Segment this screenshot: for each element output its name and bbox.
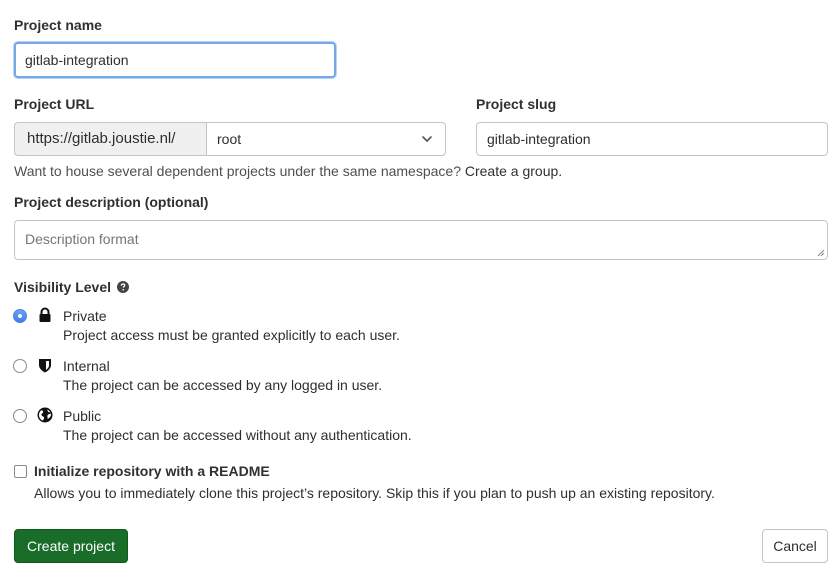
project-description-label: Project description (optional) [14, 194, 209, 210]
project-name-label: Project name [14, 17, 102, 33]
project-url-prefix: https://gitlab.joustie.nl/ [14, 122, 206, 156]
visibility-internal-title: Internal [63, 358, 110, 374]
initialize-readme-desc: Allows you to immediately clone this pro… [34, 485, 715, 501]
visibility-internal-desc: The project can be accessed by any logge… [63, 377, 383, 393]
initialize-readme-checkbox[interactable] [14, 465, 27, 478]
project-name-input[interactable] [14, 42, 336, 78]
visibility-level-label: Visibility Level [14, 279, 129, 295]
visibility-private-desc: Project access must be granted explicitl… [63, 327, 400, 343]
project-slug-input[interactable] [476, 122, 828, 156]
question-icon[interactable] [116, 281, 129, 293]
namespace-value: root [217, 131, 242, 147]
cancel-button[interactable]: Cancel [762, 529, 828, 563]
create-project-button[interactable]: Create project [14, 529, 128, 563]
earth-icon [37, 407, 53, 423]
visibility-level-text: Visibility Level [14, 279, 112, 295]
visibility-internal-radio[interactable] [13, 359, 27, 373]
visibility-private-title: Private [63, 308, 107, 324]
create-group-link[interactable]: Create a group. [465, 163, 562, 179]
project-slug-label: Project slug [476, 96, 557, 112]
visibility-private-radio[interactable] [13, 309, 27, 323]
chevron-down-icon [422, 136, 432, 142]
project-url-label: Project URL [14, 96, 95, 112]
visibility-public-radio[interactable] [13, 409, 27, 423]
project-url-group: https://gitlab.joustie.nl/ root [14, 122, 446, 156]
namespace-help-text: Want to house several dependent projects… [14, 163, 562, 179]
project-description-input[interactable] [14, 220, 828, 260]
lock-icon [39, 307, 51, 322]
resize-handle-icon[interactable] [817, 249, 825, 257]
namespace-help-message: Want to house several dependent projects… [14, 163, 461, 179]
namespace-select[interactable]: root [206, 122, 446, 156]
initialize-readme-label: Initialize repository with a README [34, 463, 270, 479]
visibility-public-desc: The project can be accessed without any … [63, 427, 412, 443]
shield-icon [39, 359, 51, 373]
visibility-public-title: Public [63, 408, 102, 424]
